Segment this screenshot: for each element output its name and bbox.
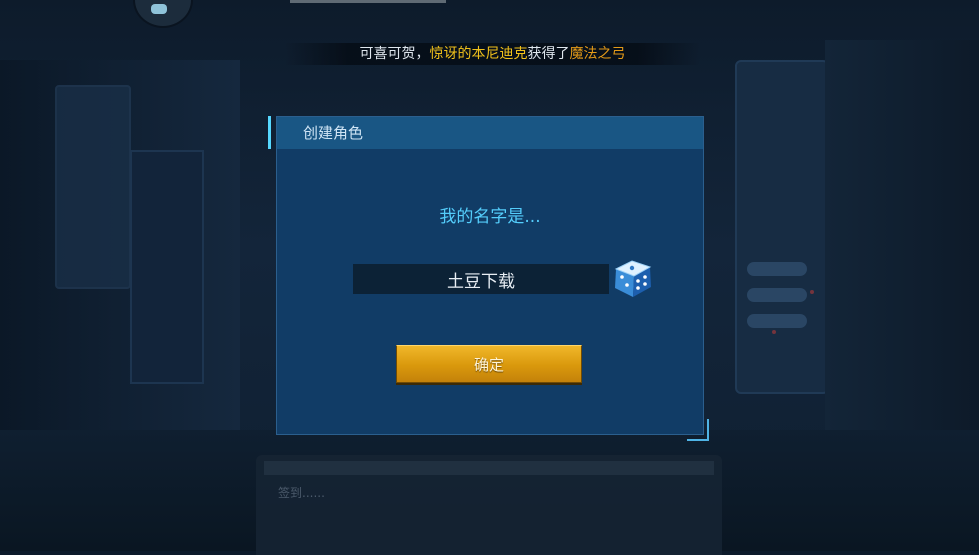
create-character-dialog: 创建角色 我的名字是... 确定: [276, 116, 704, 435]
dialog-accent-bar: [268, 116, 271, 149]
background-machine: [735, 60, 829, 394]
confirm-button[interactable]: 确定: [396, 345, 582, 383]
top-bar-fragment: [290, 0, 446, 3]
background-right-wall: [825, 40, 979, 460]
background-door: [130, 150, 204, 384]
background-light: [772, 330, 776, 334]
dialog-corner-decoration: [687, 419, 709, 441]
name-prompt: 我的名字是...: [439, 207, 541, 227]
chat-tab-bar: [264, 461, 714, 475]
announcement-verb: 获得了: [527, 46, 570, 62]
chat-panel: 签到......: [256, 455, 722, 555]
dice-icon[interactable]: [610, 255, 656, 301]
background-panel: [55, 85, 131, 289]
dialog-title: 创建角色: [303, 124, 364, 142]
announcement-banner: 可喜可贺，惊讶的本尼迪克获得了魔法之弓: [285, 43, 700, 65]
announcement-item: 魔法之弓: [569, 46, 626, 62]
announcement-player: 惊讶的本尼迪克: [429, 46, 528, 62]
dialog-header: 创建角色: [277, 117, 703, 149]
chat-hint: 签到......: [278, 486, 325, 500]
character-name-input[interactable]: [353, 264, 609, 294]
background-light: [810, 290, 814, 294]
announcement-prefix: 可喜可贺，: [359, 46, 430, 62]
